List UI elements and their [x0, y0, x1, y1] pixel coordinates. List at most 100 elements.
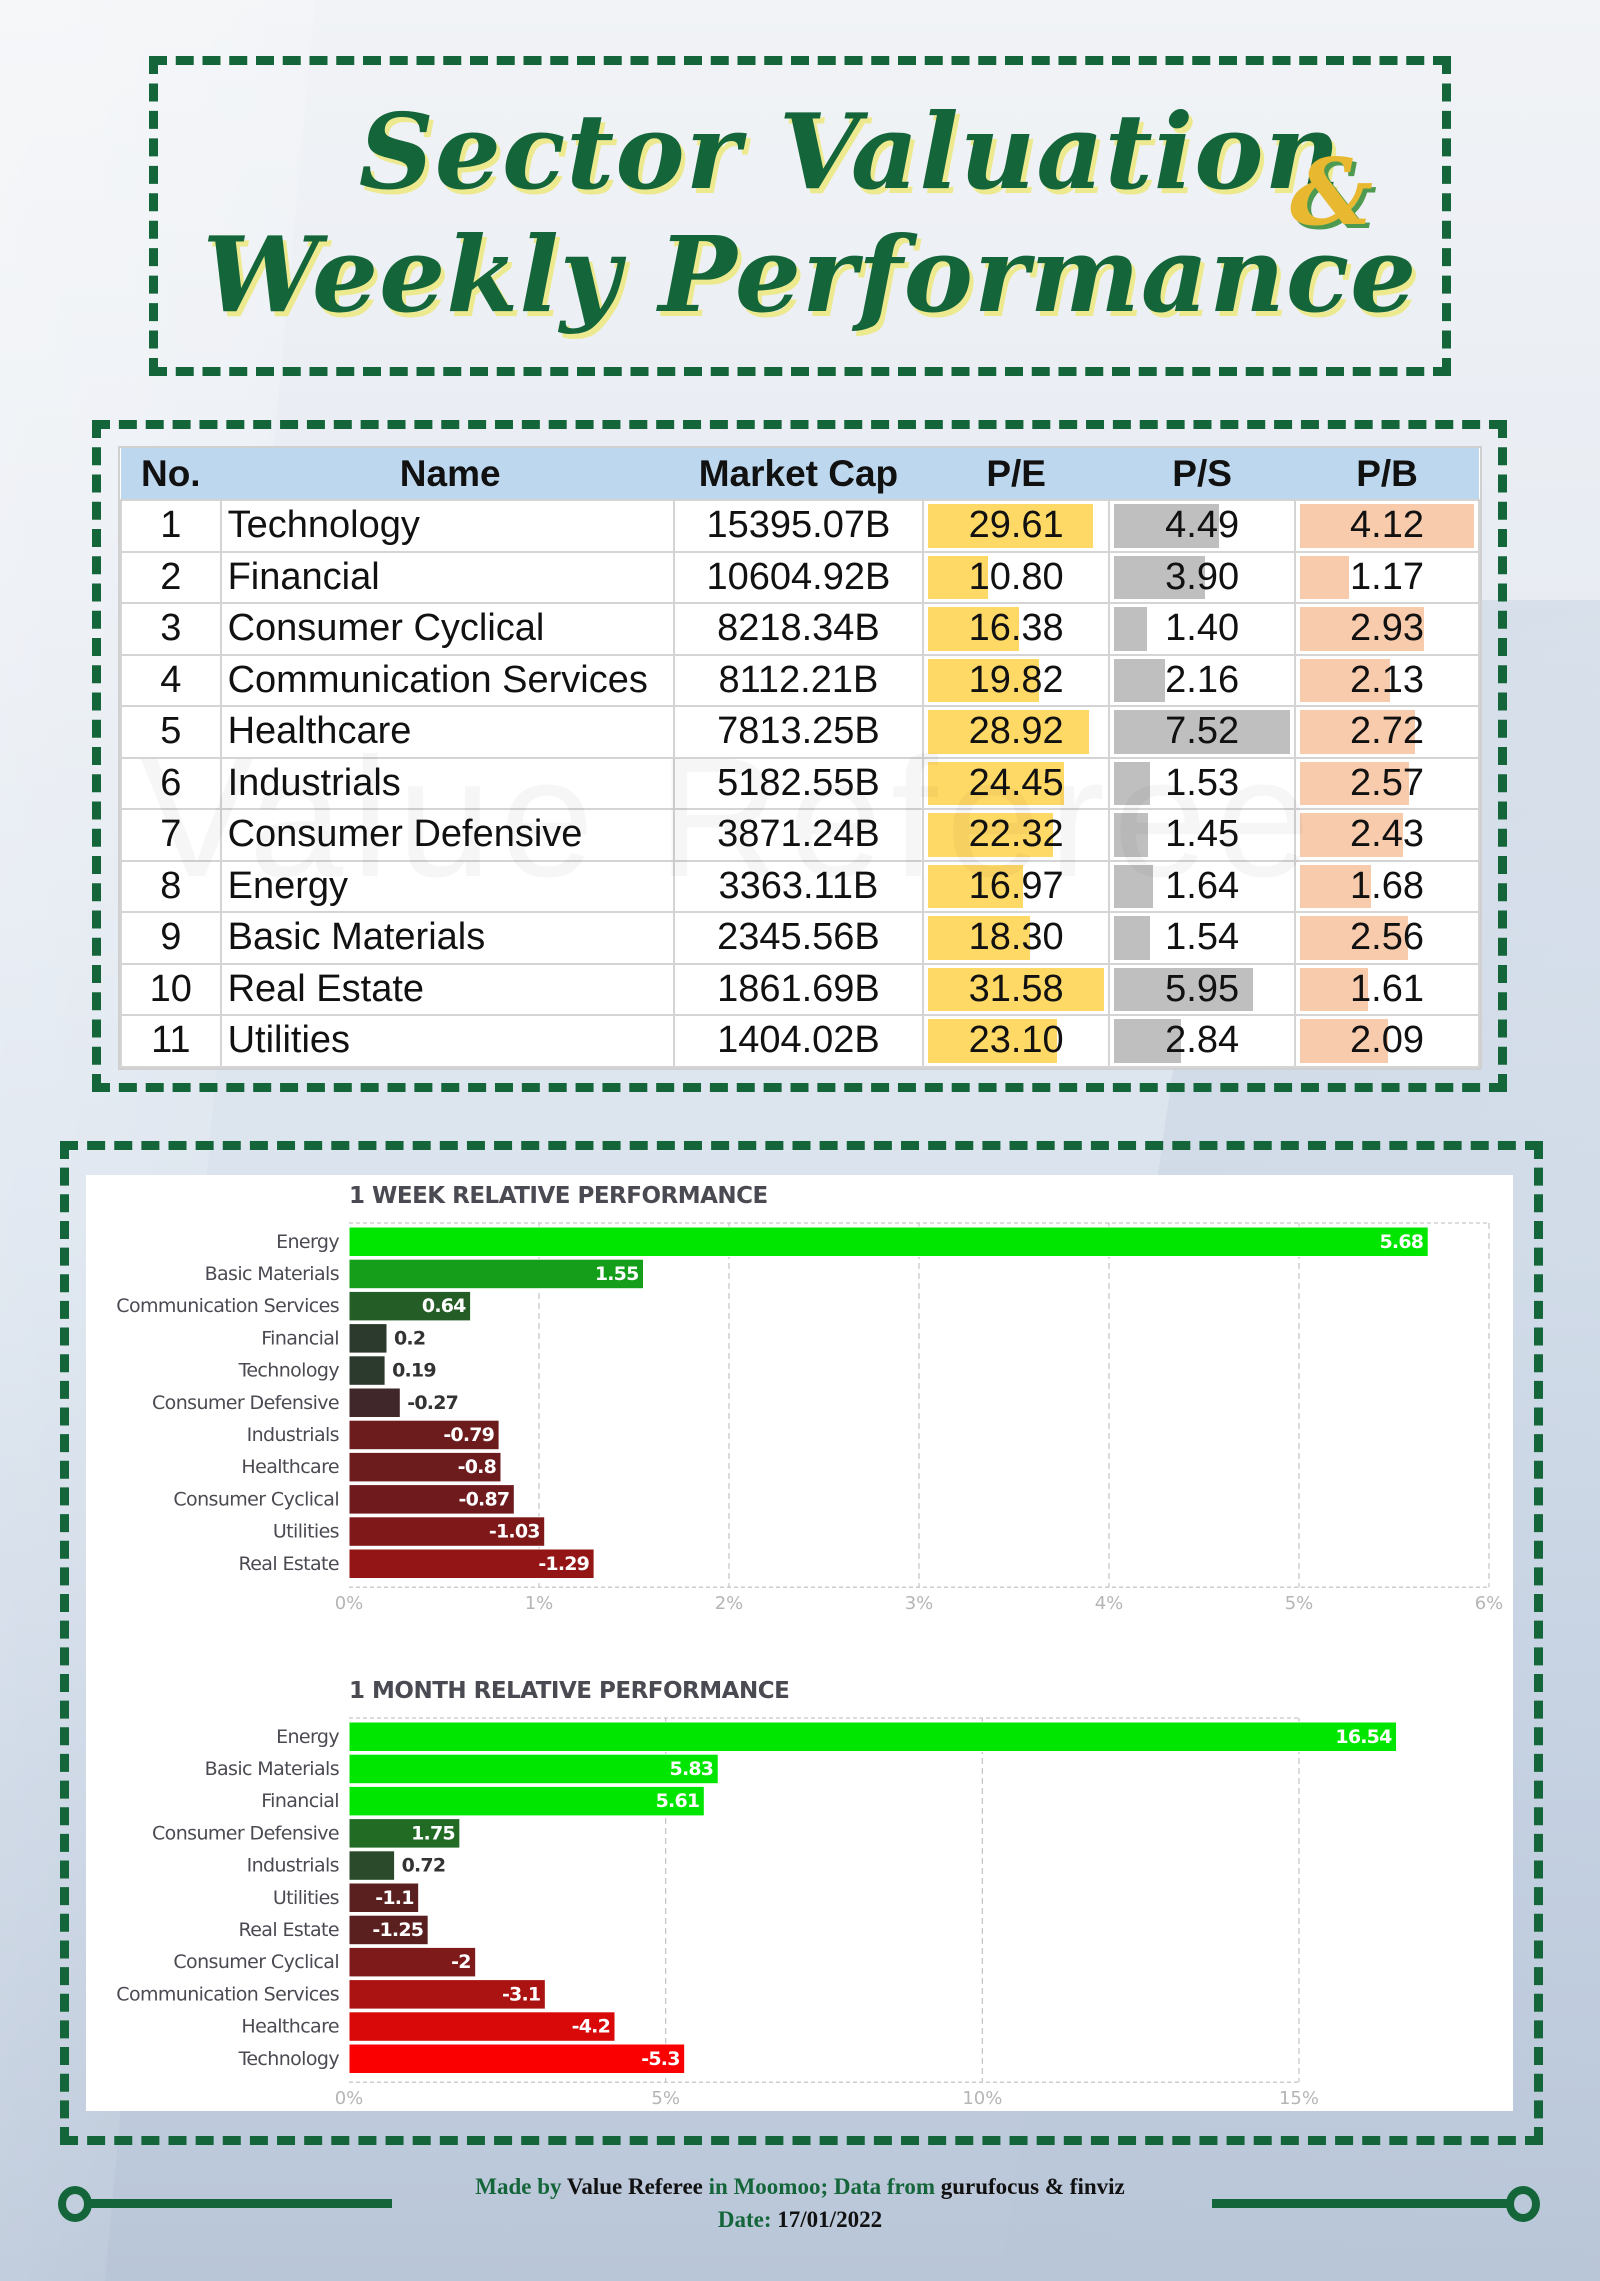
bar-value-label: -0.27: [407, 1392, 458, 1414]
category-label: Financial: [261, 1790, 339, 1812]
pb-value: 2.93: [1350, 607, 1425, 650]
bar-value-label: 0.19: [392, 1360, 436, 1382]
sector-name: Consumer Cyclical: [219, 602, 675, 656]
bar-value-label: 5.61: [656, 1790, 700, 1812]
category-label: Utilities: [273, 1887, 339, 1909]
ps-cell: 3.90: [1108, 550, 1297, 604]
category-label: Real Estate: [238, 1919, 339, 1941]
category-label: Technology: [238, 1360, 340, 1382]
bar: [348, 1850, 396, 1881]
ps-cell: 1.53: [1108, 756, 1297, 810]
pe-value: 10.80: [968, 555, 1064, 598]
row-number: 8: [120, 859, 222, 913]
ps-value: 1.45: [1165, 813, 1240, 856]
header-market-cap: Market Cap: [673, 448, 924, 500]
footer-date: Date: 17/01/2022: [0, 2207, 1600, 2233]
ps-data-bar: [1114, 607, 1147, 651]
market-cap: 7813.25B: [672, 705, 925, 759]
table-row: 1 Technology 15395.07B 29.61 4.49 4.12: [120, 499, 1480, 553]
bar-value-label: 0.2: [394, 1327, 425, 1349]
bar: [348, 1355, 386, 1386]
bar: [348, 1387, 401, 1418]
pb-value: 1.17: [1350, 555, 1425, 598]
row-number: 3: [120, 602, 222, 656]
pe-value: 24.45: [968, 761, 1064, 804]
bar: [348, 2043, 686, 2074]
category-label: Basic Materials: [205, 1758, 339, 1780]
pb-value: 2.56: [1350, 916, 1425, 959]
market-cap: 15395.07B: [672, 499, 925, 553]
valuation-table: No. Name Market Cap P/E P/S P/B 1 Technol…: [118, 446, 1482, 1070]
bar-value-label: -1.03: [489, 1521, 540, 1543]
ps-cell: 5.95: [1108, 962, 1297, 1016]
x-tick-label: 0%: [335, 2088, 364, 2109]
ps-value: 5.95: [1165, 967, 1240, 1010]
bar: [348, 1226, 1429, 1257]
pb-cell: 2.93: [1294, 602, 1480, 656]
pb-cell: 2.56: [1294, 911, 1480, 965]
x-tick-label: 6%: [1475, 1593, 1504, 1614]
ps-cell: 1.64: [1108, 859, 1297, 913]
ps-cell: 1.54: [1108, 911, 1297, 965]
ps-value: 4.49: [1165, 504, 1240, 547]
category-label: Financial: [261, 1327, 339, 1349]
pb-cell: 4.12: [1294, 499, 1480, 553]
week-performance-chart: 1 WEEK RELATIVE PERFORMANCE 0% 1% 2% 3% 4% 5% 6…: [116, 1183, 1504, 1614]
table-row: 5 Healthcare 7813.25B 28.92 7.52 2.72: [120, 705, 1480, 759]
pb-value: 2.57: [1350, 761, 1425, 804]
market-cap: 10604.92B: [672, 550, 925, 604]
market-cap: 3363.11B: [672, 859, 925, 913]
table-header-row: No. Name Market Cap P/E P/S P/B: [121, 448, 1479, 500]
category-label: Consumer Defensive: [152, 1822, 339, 1844]
row-number: 7: [120, 808, 222, 862]
table-row: 7 Consumer Defensive 3871.24B 22.32 1.45 2.43: [120, 808, 1480, 862]
credit-author: Value Referee: [566, 2174, 703, 2199]
pb-value: 4.12: [1350, 504, 1425, 547]
sector-name: Industrials: [219, 756, 675, 810]
table-row: 10 Real Estate 1861.69B 31.58 5.95 1.61: [120, 962, 1480, 1016]
table-body: 1 Technology 15395.07B 29.61 4.49 4.12 2 Financ…: [120, 499, 1480, 1068]
ps-value: 1.64: [1165, 864, 1240, 907]
pe-value: 19.82: [968, 658, 1064, 701]
ps-cell: 7.52: [1108, 705, 1297, 759]
bar-value-label: -3.1: [502, 1983, 540, 2005]
ps-cell: 2.84: [1108, 1014, 1297, 1068]
x-tick-label: 5%: [1285, 1593, 1314, 1614]
market-cap: 2345.56B: [672, 911, 925, 965]
ps-value: 7.52: [1165, 710, 1240, 753]
bar-value-label: -2: [451, 1951, 471, 1973]
pe-cell: 19.82: [922, 653, 1111, 707]
pb-value: 2.13: [1350, 658, 1425, 701]
category-label: Consumer Defensive: [152, 1392, 339, 1414]
sector-name: Technology: [219, 499, 675, 553]
bar-value-label: 0.72: [402, 1855, 446, 1877]
pe-value: 16.38: [968, 607, 1064, 650]
bar-value-label: -1.29: [538, 1553, 589, 1575]
table-row: 4 Communication Services 8112.21B 19.82 2.16…: [120, 653, 1480, 707]
bar: [348, 1753, 719, 1785]
row-number: 1: [120, 499, 222, 553]
market-cap: 1404.02B: [672, 1014, 925, 1068]
ps-value: 1.40: [1165, 607, 1240, 650]
x-tick-label: 4%: [1095, 1593, 1124, 1614]
pe-value: 18.30: [968, 916, 1064, 959]
bar: [348, 1323, 388, 1354]
header-ps: P/S: [1109, 448, 1296, 500]
bar: [348, 1785, 705, 1817]
chart-title: 1 MONTH RELATIVE PERFORMANCE: [349, 1678, 789, 1704]
bar-value-label: 1.55: [595, 1263, 639, 1285]
pb-cell: 2.13: [1294, 653, 1480, 707]
sector-name: Financial: [219, 550, 675, 604]
category-label: Utilities: [273, 1521, 339, 1543]
table-row: 8 Energy 3363.11B 16.97 1.64 1.68: [120, 859, 1480, 913]
ps-data-bar: [1114, 916, 1151, 960]
pb-cell: 2.09: [1294, 1014, 1480, 1068]
bar-value-label: -0.79: [443, 1424, 494, 1446]
footer-credits: Made by Value Referee in Moomoo; Data fr…: [0, 2174, 1600, 2200]
bar-value-label: -0.8: [458, 1456, 497, 1478]
pe-value: 22.32: [968, 813, 1064, 856]
table-row: 6 Industrials 5182.55B 24.45 1.53 2.57: [120, 756, 1480, 810]
row-number: 5: [120, 705, 222, 759]
pe-cell: 18.30: [922, 911, 1111, 965]
category-label: Communication Services: [116, 1983, 339, 2005]
